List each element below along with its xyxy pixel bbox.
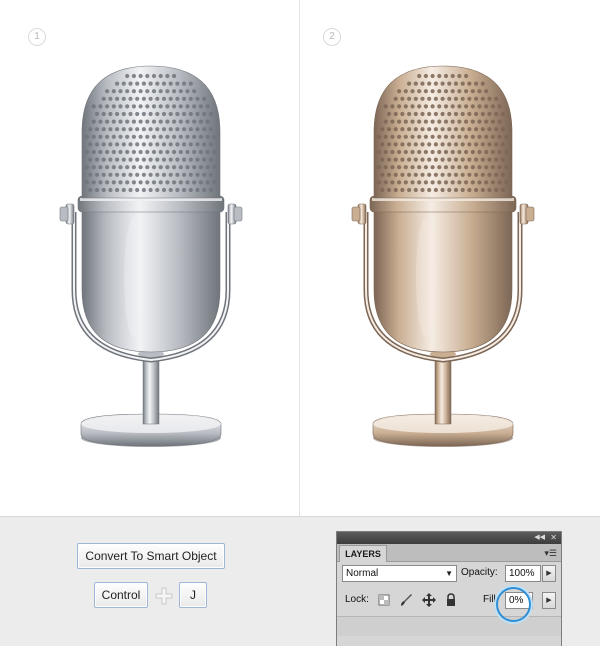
lock-all-padlock-icon[interactable] — [444, 593, 458, 607]
plus-icon — [155, 587, 173, 605]
panel-menu-icon[interactable]: ▾☰ — [544, 547, 557, 559]
convert-to-smart-object-button[interactable]: Convert To Smart Object — [77, 543, 225, 569]
tutorial-figure: 1 2 Convert To Smart Object Control J ◀◀… — [0, 0, 600, 646]
opacity-slider-arrow-icon[interactable]: ▶ — [542, 565, 556, 582]
fill-slider-arrow-icon[interactable]: ▶ — [542, 592, 556, 609]
blend-mode-value: Normal — [346, 568, 379, 579]
fill-highlight-ring — [496, 587, 531, 622]
panel-titlebar: ◀◀ ✕ — [337, 532, 561, 544]
blend-mode-select[interactable]: Normal ▼ — [342, 565, 457, 582]
step-2-panel: 2 — [300, 0, 600, 516]
close-icon[interactable]: ✕ — [550, 532, 557, 544]
layers-panel: ◀◀ ✕ LAYERS ▾☰ Normal ▼ Opacity: 100% ▶ … — [336, 531, 562, 646]
lock-transparency-icon[interactable] — [377, 593, 391, 607]
step-1-panel: 1 — [0, 0, 299, 516]
j-key-button[interactable]: J — [179, 582, 207, 608]
chrome-microphone-image — [59, 65, 243, 447]
opacity-field[interactable]: 100% — [505, 565, 541, 582]
lock-position-move-icon[interactable] — [421, 592, 436, 607]
panel-tab-row: LAYERS ▾☰ — [337, 544, 561, 562]
lock-icons-group — [377, 591, 462, 607]
lock-pixels-brush-icon[interactable] — [399, 593, 413, 607]
chevron-down-icon: ▼ — [445, 569, 453, 578]
control-key-button[interactable]: Control — [94, 582, 148, 608]
opacity-label: Opacity: — [461, 567, 498, 578]
blend-opacity-row: Normal ▼ Opacity: 100% ▶ — [337, 563, 561, 585]
collapse-icon[interactable]: ◀◀ — [534, 532, 545, 544]
tab-layers[interactable]: LAYERS — [339, 545, 387, 562]
step-number-badge: 1 — [28, 28, 46, 46]
layer-list-row[interactable] — [337, 616, 561, 636]
step-number-badge: 2 — [323, 28, 341, 46]
lock-label: Lock: — [345, 594, 369, 605]
bronze-microphone-image — [351, 65, 535, 447]
instruction-area: Convert To Smart Object Control J ◀◀ ✕ L… — [0, 516, 600, 646]
